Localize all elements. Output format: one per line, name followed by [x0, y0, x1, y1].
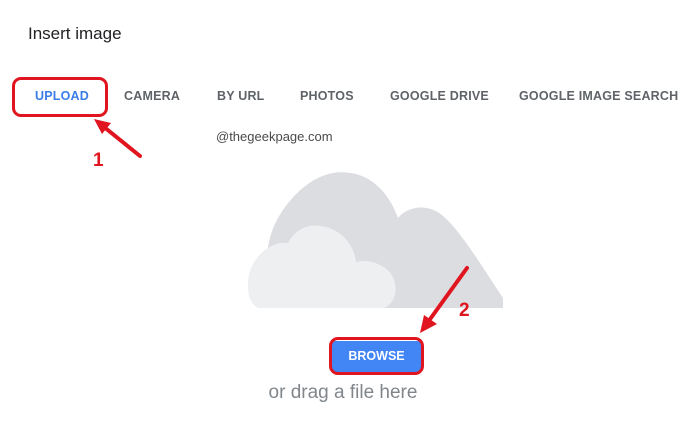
browse-button[interactable]: BROWSE [332, 341, 421, 372]
step-number-2: 2 [459, 300, 470, 321]
drag-drop-hint: or drag a file here [268, 382, 418, 403]
dialog-title: Insert image [28, 24, 122, 43]
tab-bar: UPLOAD CAMERA BY URL PHOTOS GOOGLE DRIVE… [0, 80, 686, 112]
step-number-1: 1 [93, 150, 104, 171]
cloud-icon [248, 172, 503, 308]
tab-google-image-search[interactable]: GOOGLE IMAGE SEARCH [519, 80, 678, 112]
tab-photos[interactable]: PHOTOS [300, 80, 354, 112]
tab-google-drive[interactable]: GOOGLE DRIVE [390, 80, 489, 112]
tab-by-url[interactable]: BY URL [217, 80, 265, 112]
tab-upload[interactable]: UPLOAD [35, 80, 89, 112]
watermark: @thegeekpage.com [216, 129, 333, 144]
tab-camera[interactable]: CAMERA [124, 80, 180, 112]
